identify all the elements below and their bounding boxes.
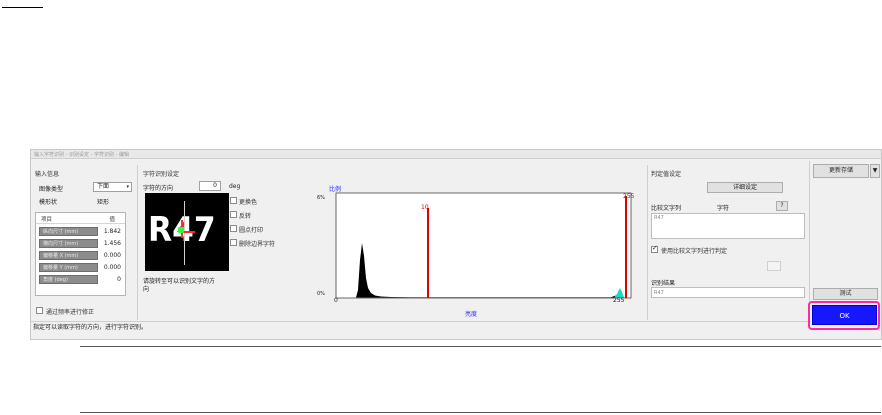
detail-settings-button[interactable]: 详细设定 — [707, 182, 783, 193]
status-text: 指定可以读取字符的方向，进行字符识别。 — [33, 324, 148, 331]
histogram-frame — [335, 192, 632, 299]
hint-text-line2: 向 — [143, 286, 150, 293]
character-recognition-dialog: 输入字符识别 - 识别设定 - 字符识别 - 编辑 输入信息 图像类型 下面 ▾… — [30, 149, 882, 340]
table-row-label: 纵向尺寸 (mm) — [39, 227, 98, 236]
top-underline — [2, 7, 43, 8]
histogram-x-title: 亮度 — [465, 311, 478, 318]
ok-button[interactable]: OK — [812, 305, 877, 325]
divider-left — [137, 165, 138, 320]
option-checkbox[interactable] — [230, 211, 237, 218]
table-row-value: 0.000 — [103, 252, 121, 259]
result-value: R47 — [651, 287, 805, 298]
table-row-label: 横向尺寸 (mm) — [39, 239, 98, 248]
option-label: 反转 — [239, 213, 252, 220]
compare-string-input[interactable]: R47 — [651, 213, 805, 239]
table-header-line — [36, 223, 125, 224]
option-label: 删除边界字符 — [239, 241, 276, 248]
input-info-title: 输入信息 — [35, 171, 60, 178]
table-header-item: 项目 — [41, 217, 53, 223]
skew-correction-label: 通过频率进行修正 — [46, 309, 95, 316]
save-update-button[interactable]: 更新存储 — [813, 164, 869, 178]
table-row-label: 角度 (deg) — [39, 275, 98, 284]
compare-help-button[interactable]: ? — [776, 201, 788, 211]
table-row-value: 1.456 — [103, 240, 121, 247]
option-checkbox[interactable] — [230, 225, 237, 232]
document-rule-top — [80, 346, 881, 347]
image-type-select[interactable]: 下面 ▾ — [93, 182, 132, 192]
divider-side-panel — [809, 161, 810, 321]
document-rule-bottom — [80, 412, 881, 413]
table-row-value: 0 — [117, 276, 121, 283]
histogram-plot — [335, 192, 632, 299]
chevron-down-icon: ▼ — [872, 167, 878, 174]
shape-label: 模形状 — [39, 199, 58, 206]
table-row-label: 偏移量 X (mm) — [39, 251, 98, 260]
judge-settings-title: 判定值设定 — [651, 171, 682, 178]
param-table: 项目 值 纵向尺寸 (mm) 1.842 横向尺寸 (mm) 1.456 偏移量… — [35, 212, 126, 296]
hint-text-line1: 请旋转至可以识别文字的方 — [143, 278, 216, 285]
test-button[interactable]: 测试 — [813, 288, 878, 300]
skew-correction-checkbox[interactable] — [36, 307, 43, 314]
chevron-down-icon: ▾ — [126, 184, 129, 190]
image-type-label: 图像类型 — [39, 186, 64, 193]
result-label: 识别结果 — [651, 280, 676, 287]
option-checkbox[interactable] — [230, 197, 237, 204]
marker-right-label: 255 — [623, 193, 635, 200]
direction-input[interactable]: 0 — [199, 181, 221, 191]
char-settings-title: 字符识别设定 — [143, 171, 180, 178]
histogram-x-max: 255 — [613, 297, 625, 304]
rotation-handle[interactable] — [178, 227, 184, 233]
divider-right — [647, 165, 648, 320]
use-compare-checkbox[interactable] — [651, 244, 658, 253]
window-title: 输入字符识别 - 识别设定 - 字符识别 - 编辑 — [34, 152, 129, 158]
character-preview-image[interactable]: R47 — [145, 193, 229, 271]
direction-label: 字符的方向 — [143, 185, 174, 192]
table-row-value: 0.000 — [103, 264, 121, 271]
small-disabled-button[interactable] — [767, 261, 781, 271]
compare-string-label: 比较文字列 — [651, 205, 682, 212]
option-checkbox[interactable] — [230, 239, 237, 246]
preview-guide-line — [184, 201, 185, 265]
save-dropdown-toggle[interactable]: ▼ — [870, 164, 880, 178]
compare-mode-label: 字符 — [717, 205, 730, 212]
table-row-label: 偏移量 Y (mm) — [39, 263, 98, 272]
histogram-x-min: 0 — [334, 297, 338, 304]
image-type-value: 下面 — [97, 183, 110, 190]
option-label: 圆点打印 — [239, 227, 264, 234]
use-compare-label: 使用比较文字列进行判定 — [661, 248, 728, 255]
window-titlebar: 输入字符识别 - 识别设定 - 字符识别 - 编辑 — [31, 150, 881, 159]
marker-left-label: 10 — [421, 204, 429, 211]
table-row-value: 1.842 — [103, 228, 121, 235]
option-label: 更换色 — [239, 199, 258, 206]
brightness-histogram: 比例 6% 0% 10 255 0 255 亮度 — [311, 178, 641, 328]
table-header-value: 值 — [109, 217, 115, 223]
direction-unit: deg — [229, 183, 241, 190]
shape-value: 矩形 — [97, 199, 110, 206]
